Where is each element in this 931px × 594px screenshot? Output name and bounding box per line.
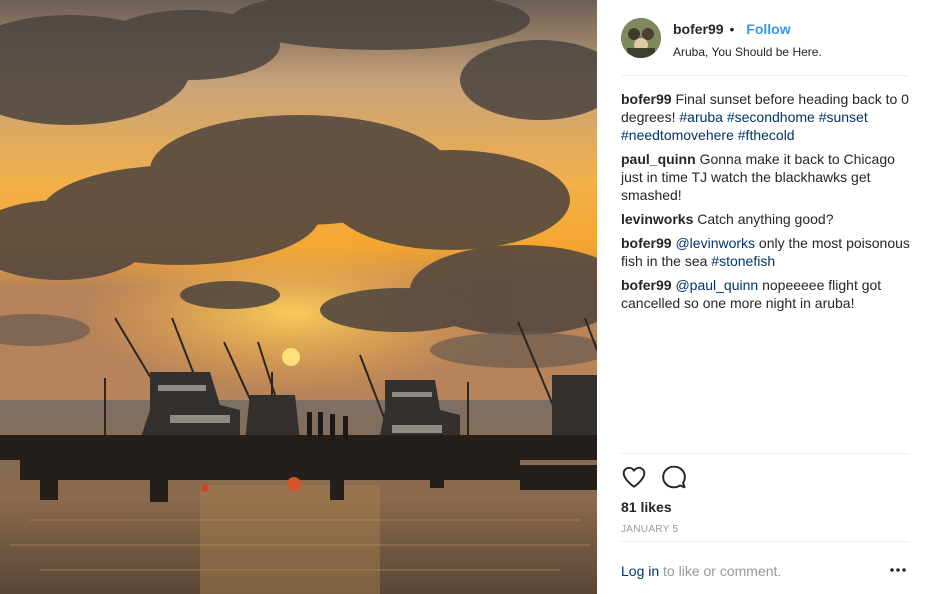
comment-item: bofer99 @paul_quinn nopeeeee flight got … [621, 276, 911, 312]
comment-username[interactable]: paul_quinn [621, 151, 696, 167]
login-prompt: Log in to like or comment. [621, 563, 781, 579]
likes-count[interactable]: 81 likes [621, 499, 672, 515]
comment-item: paul_quinn Gonna make it back to Chicago… [621, 150, 911, 204]
user-line: bofer99 • Follow [673, 21, 791, 37]
avatar[interactable] [621, 18, 661, 58]
comment-icon[interactable] [661, 464, 687, 490]
post-username[interactable]: bofer99 [673, 21, 724, 37]
comment-username[interactable]: bofer99 [621, 235, 672, 251]
more-options-icon[interactable] [887, 559, 909, 581]
heart-icon[interactable] [621, 464, 647, 490]
separator-dot: • [729, 21, 735, 37]
post-date: JANUARY 5 [621, 524, 679, 535]
comment-username[interactable]: bofer99 [621, 91, 672, 107]
hashtag-link[interactable]: #secondhome [727, 109, 815, 125]
hashtag-link[interactable]: #stonefish [711, 253, 775, 269]
follow-button[interactable]: Follow [746, 21, 790, 37]
mention-link[interactable]: @paul_quinn [675, 277, 758, 293]
post-side-panel: bofer99 • Follow Aruba, You Should be He… [597, 0, 931, 594]
hashtag-link[interactable]: #sunset [819, 109, 868, 125]
comment-username[interactable]: levinworks [621, 211, 693, 227]
comment-item: bofer99 Final sunset before heading back… [621, 90, 911, 144]
sunset-harbor-image [0, 0, 597, 594]
hashtag-link[interactable]: #needtomovehere [621, 127, 734, 143]
avatar-image [621, 18, 661, 58]
post-location[interactable]: Aruba, You Should be Here. [673, 45, 822, 59]
comment-item: levinworks Catch anything good? [621, 210, 911, 228]
post-footer: Log in to like or comment. [621, 541, 909, 594]
comments-list: bofer99 Final sunset before heading back… [621, 90, 911, 318]
comment-username[interactable]: bofer99 [621, 277, 672, 293]
post-photo[interactable] [0, 0, 597, 594]
comment-item: bofer99 @levinworks only the most poison… [621, 234, 911, 270]
comment-text: Catch anything good? [697, 211, 834, 227]
login-link[interactable]: Log in [621, 563, 659, 579]
login-suffix: to like or comment. [659, 563, 782, 579]
hashtag-link[interactable]: #aruba [679, 109, 723, 125]
post-actions: 81 likes JANUARY 5 [621, 453, 909, 535]
hashtag-link[interactable]: #fthecold [738, 127, 795, 143]
mention-link[interactable]: @levinworks [675, 235, 755, 251]
post-header: bofer99 • Follow Aruba, You Should be He… [621, 18, 909, 76]
